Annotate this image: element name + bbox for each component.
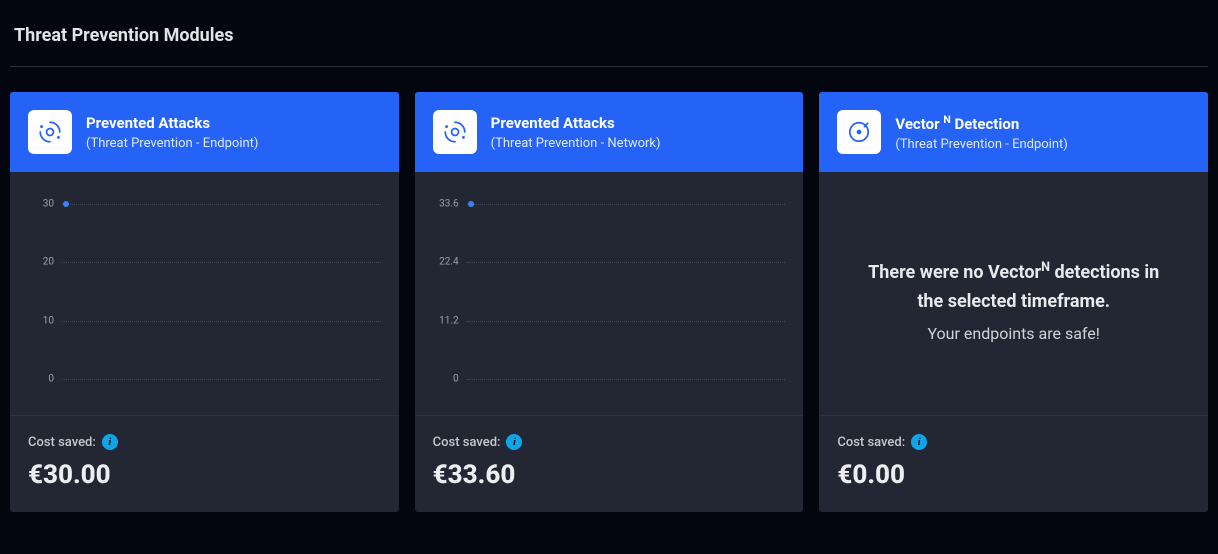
data-point (63, 201, 69, 207)
cost-saved-row: Cost saved: i (433, 434, 786, 450)
y-tick-label: 33.6 (429, 199, 459, 210)
y-tick-label: 22.4 (429, 257, 459, 268)
cost-saved-label: Cost saved: (433, 435, 501, 450)
y-tick-label: 0 (429, 374, 459, 385)
grid-line (62, 321, 381, 322)
card-header: Vector N Detection (Threat Prevention - … (819, 92, 1208, 172)
card-header-text: Vector N Detection (Threat Prevention - … (895, 113, 1067, 152)
card-title: Prevented Attacks (86, 114, 258, 132)
card-body: 30 20 10 0 (10, 172, 399, 415)
cost-saved-label: Cost saved: (837, 435, 905, 450)
cost-saved-value: €33.60 (433, 460, 786, 490)
card-title: Vector N Detection (895, 113, 1067, 133)
card-subtitle: (Threat Prevention - Endpoint) (895, 137, 1067, 152)
y-tick-label: 30 (24, 199, 54, 210)
y-tick-label: 11.2 (429, 315, 459, 326)
cost-saved-label: Cost saved: (28, 435, 96, 450)
empty-state: There were no VectorN detections in the … (833, 192, 1194, 409)
grid-line (62, 204, 381, 205)
grid-line (467, 321, 786, 322)
grid-line (62, 379, 381, 380)
card-subtitle: (Threat Prevention - Network) (491, 136, 661, 151)
empty-state-title: There were no VectorN detections in the … (859, 258, 1168, 317)
empty-state-subtitle: Your endpoints are safe! (927, 324, 1099, 343)
cost-saved-row: Cost saved: i (28, 434, 381, 450)
card-vector-n-detection: Vector N Detection (Threat Prevention - … (819, 92, 1208, 512)
info-icon[interactable]: i (911, 434, 927, 450)
y-tick-label: 10 (24, 315, 54, 326)
grid-line (467, 379, 786, 380)
card-header: Prevented Attacks (Threat Prevention - E… (10, 92, 399, 172)
target-icon (837, 110, 881, 154)
card-prevented-attacks-network: Prevented Attacks (Threat Prevention - N… (415, 92, 804, 512)
card-body: There were no VectorN detections in the … (819, 172, 1208, 415)
data-point (468, 201, 474, 207)
grid-line (62, 262, 381, 263)
card-header-text: Prevented Attacks (Threat Prevention - N… (491, 114, 661, 151)
orbit-icon (433, 110, 477, 154)
card-header: Prevented Attacks (Threat Prevention - N… (415, 92, 804, 172)
card-header-text: Prevented Attacks (Threat Prevention - E… (86, 114, 258, 151)
card-body: 33.6 22.4 11.2 0 (415, 172, 804, 415)
orbit-icon (28, 110, 72, 154)
section-title: Threat Prevention Modules (10, 25, 1208, 46)
y-tick-label: 20 (24, 257, 54, 268)
divider (10, 66, 1208, 67)
grid-line (467, 204, 786, 205)
line-chart: 30 20 10 0 (24, 198, 385, 393)
cost-saved-value: €30.00 (28, 460, 381, 490)
cost-saved-value: €0.00 (837, 460, 1190, 490)
cost-saved-row: Cost saved: i (837, 434, 1190, 450)
card-title: Prevented Attacks (491, 114, 661, 132)
card-prevented-attacks-endpoint: Prevented Attacks (Threat Prevention - E… (10, 92, 399, 512)
line-chart: 33.6 22.4 11.2 0 (429, 198, 790, 393)
info-icon[interactable]: i (506, 434, 522, 450)
info-icon[interactable]: i (102, 434, 118, 450)
card-footer: Cost saved: i €33.60 (415, 415, 804, 512)
cards-row: Prevented Attacks (Threat Prevention - E… (10, 92, 1208, 512)
grid-line (467, 262, 786, 263)
card-subtitle: (Threat Prevention - Endpoint) (86, 136, 258, 151)
y-tick-label: 0 (24, 374, 54, 385)
card-footer: Cost saved: i €30.00 (10, 415, 399, 512)
card-footer: Cost saved: i €0.00 (819, 415, 1208, 512)
